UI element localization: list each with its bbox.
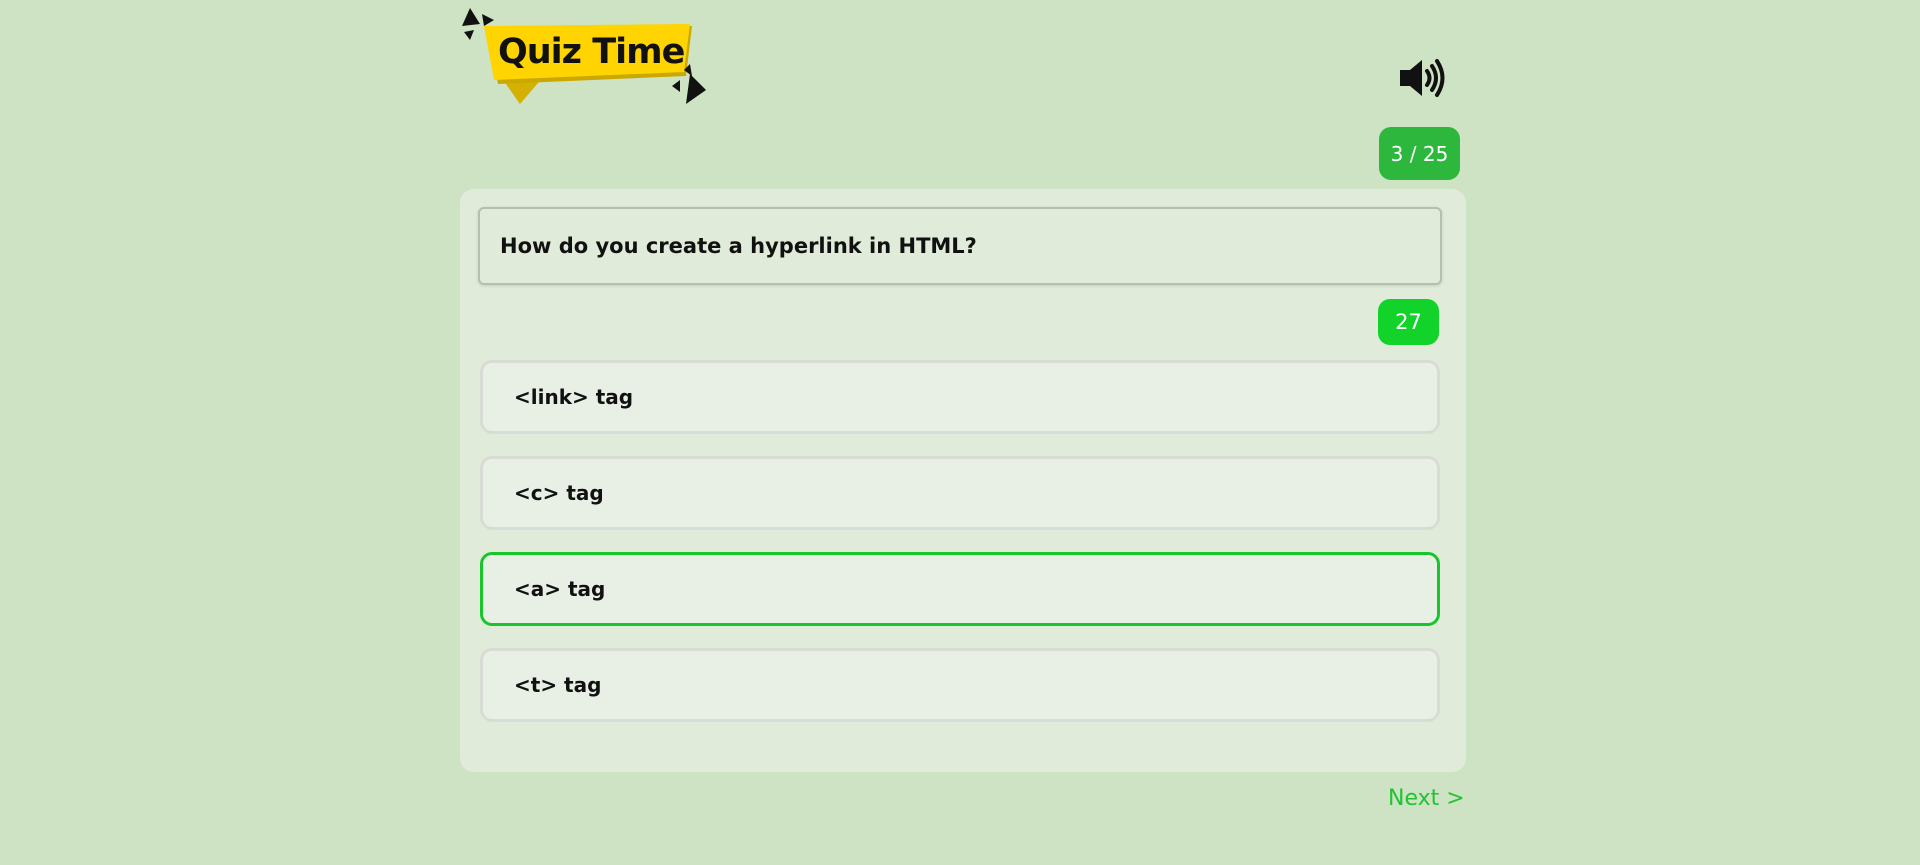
answer-option[interactable]: <link> tag <box>480 360 1440 434</box>
answer-option[interactable]: <a> tag <box>480 552 1440 626</box>
quiz-page: Quiz Time 3 / 25 How do you create a hyp… <box>0 0 1920 865</box>
speaker-volume-icon <box>1400 59 1445 97</box>
answer-option-label: <a> tag <box>514 577 606 601</box>
sound-toggle-button[interactable] <box>1396 56 1448 100</box>
question-text: How do you create a hyperlink in HTML? <box>500 234 977 258</box>
answer-option-label: <t> tag <box>514 673 602 697</box>
answer-option-label: <link> tag <box>514 385 634 409</box>
quiz-time-logo: Quiz Time <box>458 4 708 109</box>
answer-options: <link> tag <c> tag <a> tag <t> tag <box>480 360 1440 744</box>
answer-option-label: <c> tag <box>514 481 604 505</box>
logo-text: Quiz Time <box>498 32 685 72</box>
question-progress-badge: 3 / 25 <box>1379 127 1460 180</box>
timer-badge: 27 <box>1378 299 1439 345</box>
next-button[interactable]: Next > <box>1388 786 1465 811</box>
question-box: How do you create a hyperlink in HTML? <box>478 207 1442 285</box>
answer-option[interactable]: <t> tag <box>480 648 1440 722</box>
quiz-card: How do you create a hyperlink in HTML? 2… <box>460 189 1466 772</box>
answer-option[interactable]: <c> tag <box>480 456 1440 530</box>
